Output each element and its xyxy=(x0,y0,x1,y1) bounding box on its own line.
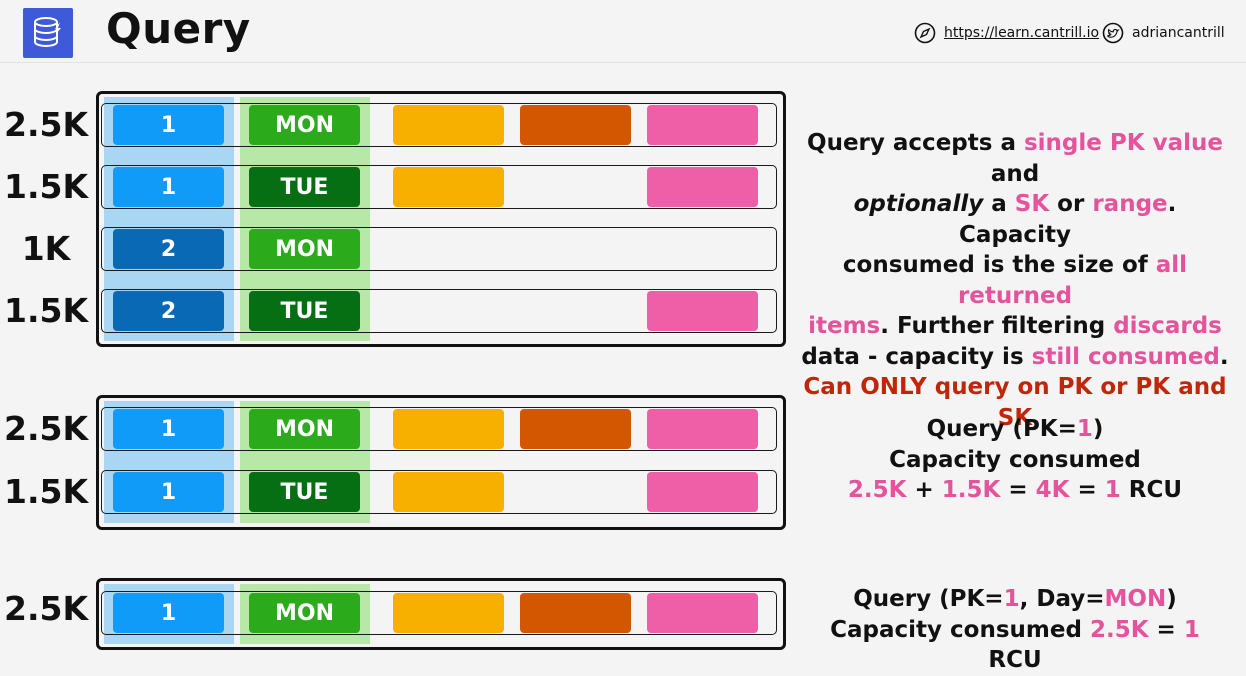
attribute-cell xyxy=(520,409,631,449)
desc-line: 2.5K + 1.5K = 4K = 1 RCU xyxy=(800,475,1230,506)
desc-highlight: range xyxy=(1092,191,1168,217)
pk-cell: 1 xyxy=(113,472,224,512)
desc-text: Capacity consumed xyxy=(830,616,1090,643)
item-size: 1K xyxy=(21,229,71,268)
item-size: 1.5K xyxy=(4,472,89,511)
desc-line: items. Further filtering discards xyxy=(800,311,1230,342)
sk-cell: MON xyxy=(249,409,360,449)
desc-highlight: still consumed xyxy=(1031,343,1220,370)
attribute-cell xyxy=(647,472,758,512)
attribute-cell xyxy=(393,409,504,449)
item-size: 2.5K xyxy=(4,105,89,144)
desc-line: optionally a SK or range. Capacity xyxy=(800,189,1230,250)
desc-text: . Further filtering xyxy=(880,313,1114,339)
desc-text: ) xyxy=(1166,586,1177,612)
desc-text: a xyxy=(983,191,1015,217)
desc-text: RCU xyxy=(988,647,1042,673)
desc-text: + xyxy=(906,477,942,503)
twitter-link[interactable]: adriancantrill xyxy=(1102,22,1225,44)
sk-cell: TUE xyxy=(249,291,360,331)
pk-cell: 1 xyxy=(113,409,224,449)
attribute-cell xyxy=(393,593,504,633)
sk-cell: TUE xyxy=(249,472,360,512)
desc-emphasis: optionally xyxy=(853,191,984,217)
header: Query https://learn.cantrill.io adrianca… xyxy=(0,0,1246,63)
sk-cell: MON xyxy=(249,105,360,145)
attribute-cell xyxy=(647,291,758,331)
attribute-cell xyxy=(393,105,504,145)
desc-text: = xyxy=(1148,616,1184,643)
desc-highlight: discards xyxy=(1113,313,1222,339)
compass-icon xyxy=(914,22,936,44)
database-icon xyxy=(34,17,61,48)
twitter-icon xyxy=(1102,22,1124,44)
attribute-cell xyxy=(393,472,504,512)
desc-highlight: 2.5K xyxy=(847,477,907,503)
desc-highlight: 1.5K xyxy=(941,477,1001,503)
desc-text: . xyxy=(1219,343,1229,370)
query-pk-sk-description: Query (PK=1, Day=MON) Capacity consumed … xyxy=(800,584,1230,676)
desc-text: , Day= xyxy=(1019,586,1105,612)
desc-text: = xyxy=(1069,477,1105,503)
desc-highlight: 1 xyxy=(1076,416,1093,442)
desc-text: Query (PK= xyxy=(926,416,1077,442)
sk-cell: MON xyxy=(249,229,360,269)
pk-cell: 2 xyxy=(113,229,224,269)
desc-highlight: 1 xyxy=(1183,616,1200,643)
item-size: 1.5K xyxy=(4,167,89,206)
desc-text: Query (PK= xyxy=(853,586,1004,612)
desc-line: data - capacity is still consumed. xyxy=(800,342,1230,373)
attribute-cell xyxy=(647,593,758,633)
desc-line: Capacity consumed xyxy=(889,446,1141,473)
item-size: 2.5K xyxy=(4,589,89,628)
pk-cell: 1 xyxy=(113,167,224,207)
desc-highlight: 2.5K xyxy=(1089,616,1149,643)
sk-cell: TUE xyxy=(249,167,360,207)
desc-line: Query (PK=1, Day=MON) xyxy=(800,584,1230,615)
desc-text: consumed is the size of xyxy=(842,252,1156,278)
desc-text: or xyxy=(1049,191,1093,217)
desc-text: ) xyxy=(1092,416,1104,442)
desc-highlight: items xyxy=(808,313,881,339)
desc-highlight: SK xyxy=(1014,191,1050,217)
desc-highlight: 1 xyxy=(1104,477,1121,503)
attribute-cell xyxy=(520,593,631,633)
desc-line: Capacity consumed 2.5K = 1 RCU xyxy=(800,615,1230,676)
sk-cell: MON xyxy=(249,593,360,633)
desc-line: consumed is the size of all returned xyxy=(800,250,1230,311)
page-title: Query xyxy=(106,4,251,53)
dynamodb-logo xyxy=(23,8,73,58)
desc-text: = xyxy=(1000,477,1036,503)
desc-line: Query (PK=1) xyxy=(800,414,1230,445)
website-url[interactable]: https://learn.cantrill.io xyxy=(944,25,1099,41)
website-link[interactable]: https://learn.cantrill.io xyxy=(914,22,1099,44)
pk-cell: 1 xyxy=(113,105,224,145)
query-description: Query accepts a single PK value and opti… xyxy=(800,128,1230,433)
desc-text: RCU xyxy=(1120,477,1183,503)
attribute-cell xyxy=(647,409,758,449)
query-pk-description: Query (PK=1) Capacity consumed 2.5K + 1.… xyxy=(800,414,1230,506)
desc-highlight: MON xyxy=(1104,586,1167,612)
attribute-cell xyxy=(647,105,758,145)
pk-cell: 1 xyxy=(113,593,224,633)
item-size: 2.5K xyxy=(4,409,89,448)
attribute-cell xyxy=(647,167,758,207)
desc-highlight: 4K xyxy=(1035,477,1070,503)
desc-text: and xyxy=(990,160,1040,187)
pk-cell: 2 xyxy=(113,291,224,331)
item-size: 1.5K xyxy=(4,291,89,330)
desc-text: Query accepts a xyxy=(807,130,1024,156)
desc-line: Query accepts a single PK value and xyxy=(800,128,1230,189)
desc-text: data - capacity is xyxy=(801,343,1032,370)
desc-highlight: single PK value xyxy=(1023,130,1223,156)
desc-highlight: 1 xyxy=(1003,586,1020,612)
attribute-cell xyxy=(393,167,504,207)
attribute-cell xyxy=(520,105,631,145)
twitter-handle: adriancantrill xyxy=(1132,25,1225,41)
